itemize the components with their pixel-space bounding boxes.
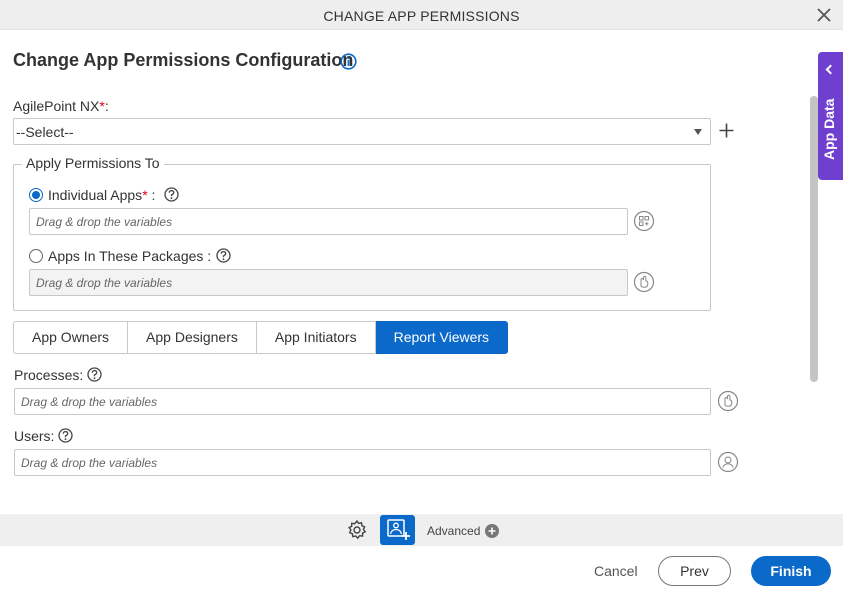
- help-icon[interactable]: [58, 428, 73, 443]
- agilepoint-label: AgilePoint NX*:: [13, 98, 109, 114]
- packages-label: Apps In These Packages :: [48, 248, 212, 264]
- individual-apps-drop-field[interactable]: Drag & drop the variables: [29, 208, 628, 235]
- close-icon[interactable]: [815, 6, 833, 24]
- prev-button[interactable]: Prev: [658, 556, 731, 586]
- users-drop-field[interactable]: Drag & drop the variables: [14, 449, 711, 476]
- variable-picker-icon[interactable]: [717, 390, 739, 412]
- users-label: Users:: [14, 428, 55, 444]
- individual-apps-placeholder: Drag & drop the variables: [36, 215, 173, 229]
- agilepoint-select-value: --Select--: [16, 124, 74, 140]
- help-icon[interactable]: [164, 187, 179, 202]
- cancel-button[interactable]: Cancel: [594, 563, 638, 579]
- dialog-title: CHANGE APP PERMISSIONS: [323, 8, 520, 24]
- agilepoint-label-colon: :: [104, 98, 109, 114]
- tab-app-initiators[interactable]: App Initiators: [256, 321, 376, 354]
- agilepoint-label-text: AgilePoint NX: [13, 98, 100, 114]
- advanced-settings-button[interactable]: [380, 515, 415, 545]
- tab-app-owners[interactable]: App Owners: [13, 321, 129, 354]
- info-icon[interactable]: [340, 53, 357, 70]
- user-picker-icon[interactable]: [717, 451, 739, 473]
- finish-button[interactable]: Finish: [751, 556, 831, 586]
- image-add-icon: [387, 519, 410, 540]
- dialog-titlebar: CHANGE APP PERMISSIONS: [0, 0, 843, 30]
- packages-drop-field[interactable]: Drag & drop the variables: [29, 269, 628, 296]
- add-connection-icon[interactable]: [718, 122, 735, 139]
- plus-circle-icon[interactable]: [485, 524, 499, 538]
- variable-picker-icon[interactable]: [633, 271, 655, 293]
- help-icon[interactable]: [216, 248, 231, 263]
- processes-drop-field[interactable]: Drag & drop the variables: [14, 388, 711, 415]
- app-picker-icon[interactable]: [633, 210, 655, 232]
- processes-label: Processes:: [14, 367, 84, 383]
- individual-apps-label-suffix: :: [147, 187, 156, 203]
- scrollbar[interactable]: [810, 96, 818, 382]
- users-placeholder: Drag & drop the variables: [21, 456, 158, 470]
- tab-app-designers[interactable]: App Designers: [128, 321, 257, 354]
- permission-tabs: App Owners App Designers App Initiators …: [13, 321, 509, 354]
- processes-placeholder: Drag & drop the variables: [21, 395, 158, 409]
- apply-permissions-legend: Apply Permissions To: [22, 155, 164, 171]
- chevron-left-icon: [825, 64, 836, 75]
- individual-apps-radio[interactable]: [29, 188, 43, 202]
- individual-apps-label: Individual Apps* :: [48, 187, 155, 203]
- chevron-down-icon: [694, 129, 702, 135]
- packages-radio[interactable]: [29, 249, 43, 263]
- advanced-label[interactable]: Advanced: [427, 524, 480, 538]
- help-icon[interactable]: [87, 367, 102, 382]
- tab-report-viewers[interactable]: Report Viewers: [375, 321, 509, 354]
- gear-icon[interactable]: [346, 519, 368, 541]
- app-data-label: App Data: [821, 98, 837, 160]
- agilepoint-select[interactable]: --Select--: [13, 118, 711, 145]
- packages-placeholder: Drag & drop the variables: [36, 276, 173, 290]
- bottom-toolbar: [0, 514, 843, 546]
- individual-apps-label-text: Individual Apps: [48, 187, 143, 203]
- page-title: Change App Permissions Configuration: [13, 50, 354, 70]
- app-data-panel-toggle[interactable]: App Data: [818, 52, 843, 180]
